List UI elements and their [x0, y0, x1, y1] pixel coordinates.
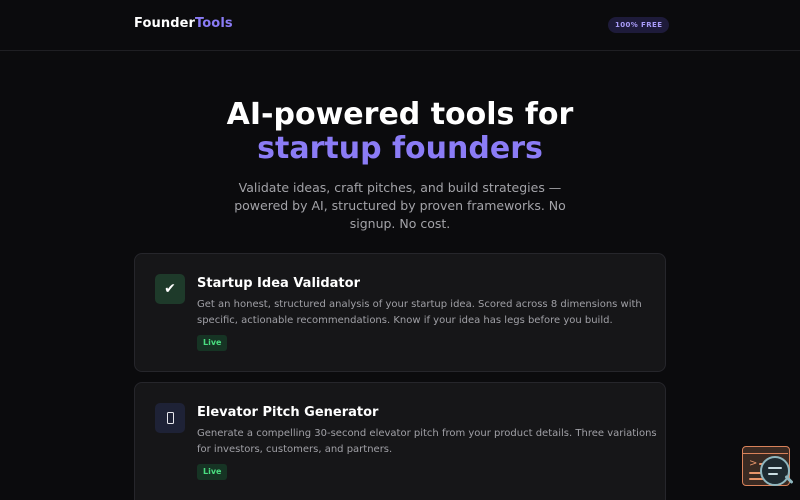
logo-text-founder: Founder [134, 16, 196, 31]
hero-title-line2: startup founders [257, 131, 543, 166]
tool-title: Startup Idea Validator [197, 276, 360, 291]
status-badge: Live [197, 335, 228, 351]
logo-link[interactable]: FounderTools [134, 16, 233, 31]
tool-description: Get an honest, structured analysis of yo… [197, 299, 642, 326]
hero-title-line1: AI-powered tools for [226, 97, 574, 132]
tool-title: Elevator Pitch Generator [197, 405, 379, 420]
hero-subtitle: Validate ideas, craft pitches, and build… [234, 180, 566, 231]
logo-text-tools: Tools [195, 16, 233, 31]
page: FounderTools 100% FREE AI-powered tools … [0, 0, 800, 500]
top-nav: FounderTools 100% FREE [0, 0, 800, 51]
free-badge: 100% FREE [608, 17, 670, 33]
tool-card-idea-validator[interactable]: ✔ Startup Idea Validator Get an honest, … [134, 253, 666, 372]
status-badge: Live [197, 464, 228, 480]
magnifier-icon[interactable] [760, 456, 790, 486]
phone-icon [155, 403, 185, 433]
tool-card-elevator-pitch[interactable]: Elevator Pitch Generator Generate a comp… [134, 382, 666, 500]
hero-title: AI-powered tools for startup founders [0, 98, 800, 166]
tool-description: Generate a compelling 30-second elevator… [197, 428, 657, 455]
checkmark-icon: ✔ [155, 274, 185, 304]
